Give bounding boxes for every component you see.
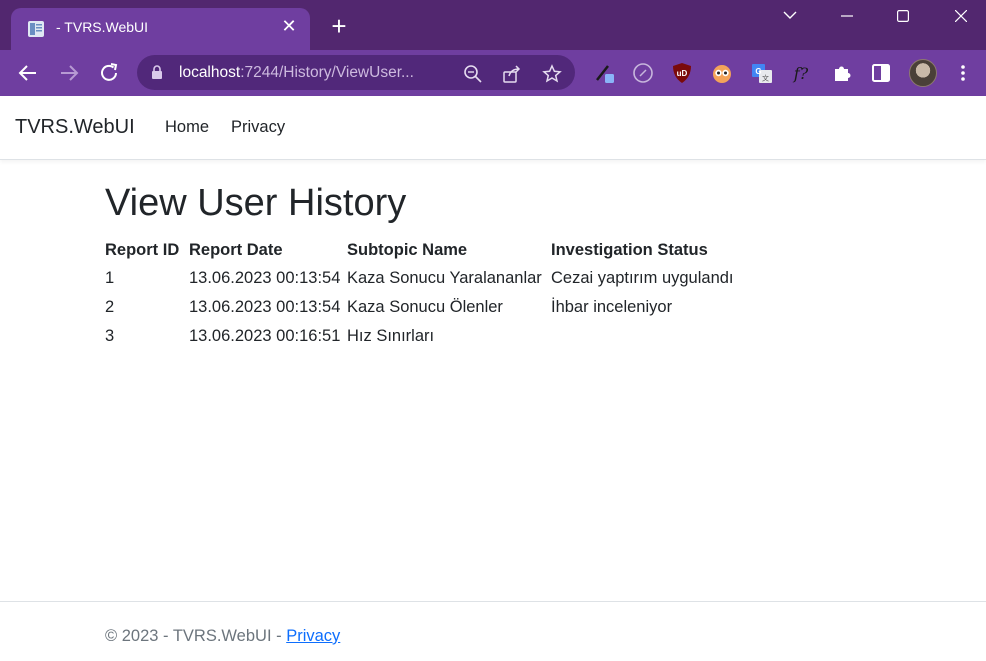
investigation-status-cell: İhbar inceleniyor bbox=[551, 298, 673, 316]
svg-text:G: G bbox=[755, 67, 761, 76]
column-header-report-date: Report Date bbox=[189, 240, 283, 259]
footer-text: © 2023 - TVRS.WebUI - Privacy bbox=[105, 627, 340, 646]
report-id-cell: 3 bbox=[105, 327, 115, 345]
browser-titlebar: - TVRS.WebUI ✕ + bbox=[0, 0, 986, 50]
browser-menu-icon[interactable] bbox=[952, 62, 974, 84]
report-id-cell: 2 bbox=[105, 298, 115, 316]
new-tab-icon[interactable]: + bbox=[327, 13, 351, 39]
investigation-status-cell bbox=[551, 322, 751, 351]
side-panel-icon[interactable] bbox=[870, 62, 892, 84]
forward-icon[interactable] bbox=[57, 61, 81, 85]
url-text: localhost:7244/History/ViewUser... bbox=[179, 64, 414, 81]
back-icon[interactable] bbox=[16, 61, 40, 85]
table-row: 1 13.06.2023 00:13:54 Kaza Sonucu Yarala… bbox=[105, 264, 751, 293]
page-title: View User History bbox=[105, 182, 407, 224]
zoom-icon[interactable] bbox=[463, 64, 483, 84]
nav-link-privacy[interactable]: Privacy bbox=[231, 118, 285, 137]
report-date-cell: 13.06.2023 00:13:54 bbox=[189, 298, 341, 316]
compass-extension-icon[interactable] bbox=[632, 62, 654, 84]
owl-extension-icon[interactable] bbox=[711, 62, 733, 84]
page-favicon-icon bbox=[28, 21, 44, 37]
share-icon[interactable] bbox=[502, 64, 522, 84]
lock-icon[interactable] bbox=[151, 65, 163, 79]
tab-search-chevron-icon[interactable] bbox=[766, 0, 812, 32]
table-row: 3 13.06.2023 00:16:51 Hız Sınırları bbox=[105, 322, 751, 351]
table-header-row: Report ID Report Date Subtopic Name Inve… bbox=[105, 236, 751, 264]
color-picker-extension-icon[interactable] bbox=[594, 62, 616, 84]
reload-icon[interactable] bbox=[97, 61, 121, 85]
column-header-subtopic-name: Subtopic Name bbox=[347, 240, 468, 259]
svg-text:文: 文 bbox=[762, 74, 769, 83]
report-date-cell: 13.06.2023 00:16:51 bbox=[189, 327, 341, 345]
minimize-icon[interactable] bbox=[824, 0, 870, 32]
column-header-report-id: Report ID bbox=[105, 240, 180, 259]
svg-text:f?: f? bbox=[793, 64, 809, 83]
address-bar[interactable]: localhost:7244/History/ViewUser... bbox=[137, 55, 575, 90]
nav-link-home[interactable]: Home bbox=[165, 118, 209, 137]
ublock-extension-icon[interactable]: uD bbox=[671, 62, 693, 84]
tab-close-icon[interactable]: ✕ bbox=[278, 15, 300, 37]
report-id-cell: 1 bbox=[105, 269, 115, 287]
site-brand-link[interactable]: TVRS.WebUI bbox=[15, 116, 135, 139]
svg-text:uD: uD bbox=[677, 69, 688, 78]
subtopic-name-cell: Hız Sınırları bbox=[347, 327, 435, 345]
browser-tab[interactable]: - TVRS.WebUI ✕ bbox=[11, 8, 310, 50]
table-row: 2 13.06.2023 00:13:54 Kaza Sonucu Ölenle… bbox=[105, 293, 751, 322]
site-footer: © 2023 - TVRS.WebUI - Privacy bbox=[0, 601, 986, 661]
history-table: Report ID Report Date Subtopic Name Inve… bbox=[105, 236, 751, 351]
column-header-investigation-status: Investigation Status bbox=[551, 240, 708, 259]
profile-avatar[interactable] bbox=[909, 59, 937, 87]
report-date-cell: 13.06.2023 00:13:54 bbox=[189, 269, 341, 287]
browser-toolbar: localhost:7244/History/ViewUser... uD G bbox=[0, 50, 986, 96]
bookmark-star-icon[interactable] bbox=[542, 64, 562, 84]
footer-privacy-link[interactable]: Privacy bbox=[286, 627, 340, 645]
extensions-puzzle-icon[interactable] bbox=[831, 62, 853, 84]
subtopic-name-cell: Kaza Sonucu Yaralananlar bbox=[347, 269, 542, 287]
investigation-status-cell: Cezai yaptırım uygulandı bbox=[551, 269, 734, 287]
font-extension-icon[interactable]: f? bbox=[790, 62, 812, 84]
translate-extension-icon[interactable]: G 文 bbox=[751, 62, 773, 84]
close-window-icon[interactable] bbox=[938, 0, 984, 32]
footer-copyright: © 2023 - TVRS.WebUI - bbox=[105, 627, 287, 645]
site-navbar: TVRS.WebUI Home Privacy bbox=[0, 96, 986, 160]
subtopic-name-cell: Kaza Sonucu Ölenler bbox=[347, 298, 503, 316]
maximize-icon[interactable] bbox=[880, 0, 926, 32]
tab-title: - TVRS.WebUI bbox=[56, 19, 149, 35]
